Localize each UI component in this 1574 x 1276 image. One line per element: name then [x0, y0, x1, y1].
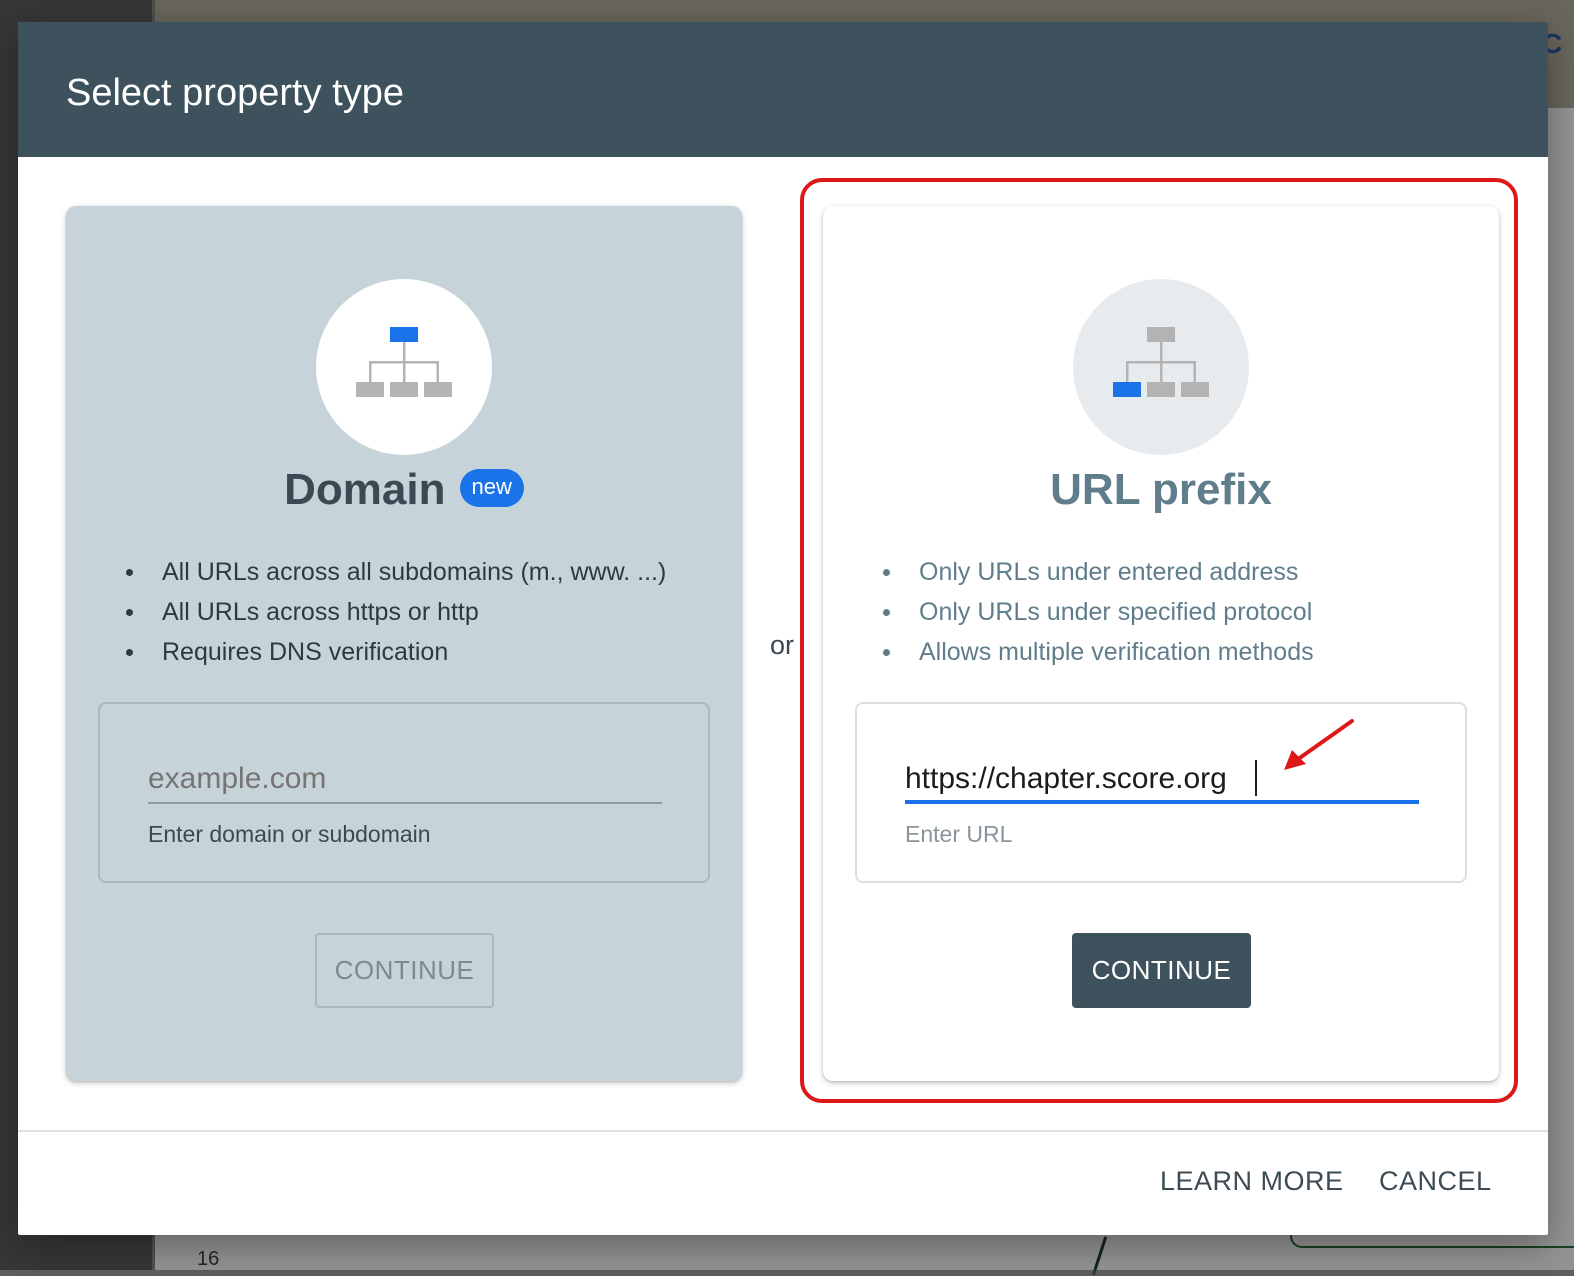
annotation-highlight-box: [800, 178, 1518, 1103]
domain-title-text: Domain: [284, 465, 446, 514]
select-property-dialog: Select property type Domain new All URLs …: [18, 22, 1548, 1235]
domain-continue-button[interactable]: CONTINUE: [315, 933, 494, 1008]
domain-input-box: Enter domain or subdomain: [98, 702, 710, 883]
domain-option-card[interactable]: Domain new All URLs across all subdomains…: [66, 206, 742, 1081]
learn-more-button[interactable]: LEARN MORE: [1160, 1166, 1344, 1197]
list-item: Requires DNS verification: [118, 632, 666, 672]
list-item: All URLs across https or http: [118, 592, 666, 632]
domain-input[interactable]: [148, 754, 662, 804]
new-badge: new: [459, 469, 524, 508]
list-item: All URLs across all subdomains (m., www.…: [118, 552, 666, 592]
dialog-header: Select property type: [18, 22, 1548, 157]
or-separator: or: [770, 630, 795, 660]
annotation-arrow-icon: [1284, 719, 1354, 770]
dialog-title: Select property type: [66, 72, 404, 114]
domain-input-underline: [148, 802, 662, 804]
domain-feature-list: All URLs across all subdomains (m., www.…: [118, 552, 666, 672]
cancel-button[interactable]: CANCEL: [1379, 1166, 1492, 1197]
domain-input-hint: Enter domain or subdomain: [148, 821, 431, 847]
domain-card-title: Domain new: [66, 464, 742, 516]
domain-icon-circle: [316, 279, 492, 455]
sitemap-icon: [356, 327, 452, 397]
footer-divider: [18, 1130, 1548, 1132]
